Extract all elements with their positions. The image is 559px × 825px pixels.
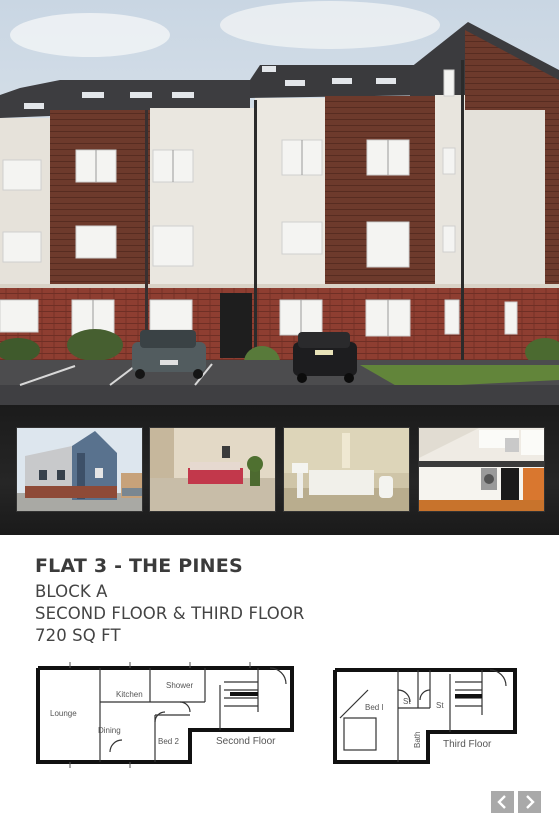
- floorplan-third-floor: Bed l St St Bath Third Floor: [333, 668, 517, 764]
- room-label-bed2: Bed 2: [158, 737, 179, 746]
- thumbnail-exterior[interactable]: [16, 427, 143, 512]
- hero-photo: [0, 0, 559, 405]
- chevron-left-icon: [497, 795, 506, 809]
- listing-info: FLAT 3 - THE PINES BLOCK A SECOND FLOOR …: [35, 555, 535, 647]
- room-label-store-2: St: [436, 701, 444, 710]
- thumbnail-bathroom[interactable]: [283, 427, 410, 512]
- thumbnail-kitchen[interactable]: [418, 427, 545, 512]
- room-label-kitchen: Kitchen: [116, 690, 143, 699]
- thumbnail-strip: [0, 405, 559, 535]
- room-label-bath: Bath: [413, 732, 422, 748]
- next-button[interactable]: [518, 791, 541, 813]
- listing-area: 720 SQ FT: [35, 626, 121, 645]
- listing-block: BLOCK A: [35, 582, 108, 601]
- room-label-lounge: Lounge: [50, 709, 77, 718]
- room-label-store-1: St: [403, 697, 411, 706]
- room-label-bed1: Bed l: [365, 703, 383, 712]
- floorplan-caption-second: Second Floor: [216, 736, 276, 747]
- room-label-dining: Dining: [98, 726, 121, 735]
- listing-floors: SECOND FLOOR & THIRD FLOOR: [35, 604, 305, 623]
- chevron-right-icon: [526, 795, 535, 809]
- floor-plans: Lounge Kitchen Shower Dining Bed 2 Secon…: [0, 660, 559, 775]
- floorplan-caption-third: Third Floor: [443, 739, 492, 750]
- floorplan-second-floor: Lounge Kitchen Shower Dining Bed 2 Secon…: [36, 662, 294, 768]
- thumbnail-bedroom[interactable]: [149, 427, 276, 512]
- listing-title: FLAT 3 - THE PINES: [35, 555, 243, 577]
- room-label-shower: Shower: [166, 681, 193, 690]
- previous-button[interactable]: [491, 791, 514, 813]
